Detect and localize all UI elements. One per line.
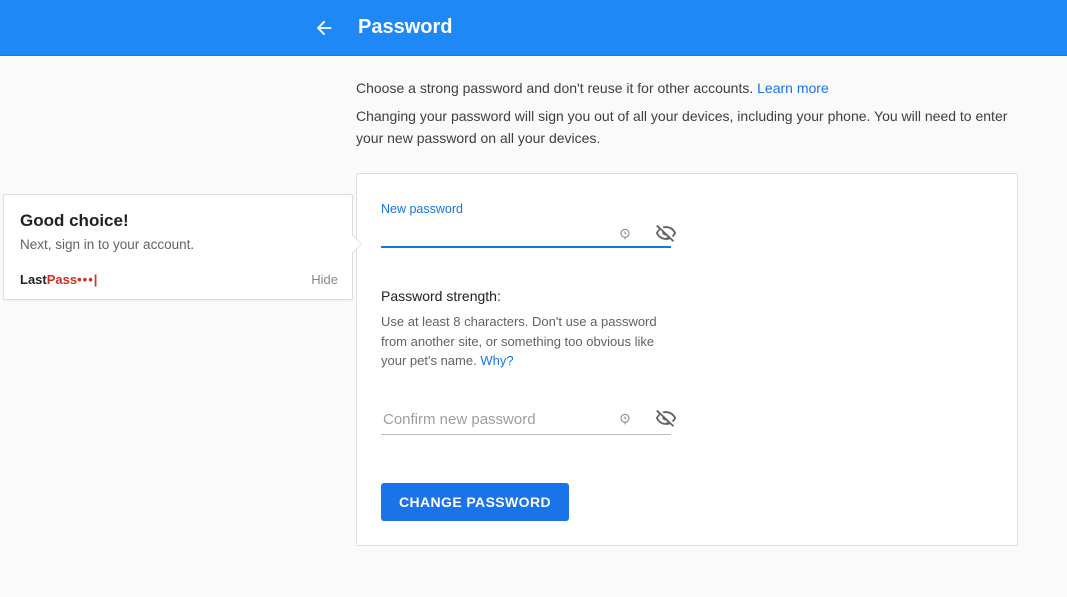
main-content: Choose a strong password and don't reuse… [0,56,1020,546]
why-link[interactable]: Why? [480,353,513,368]
lastpass-field-icon[interactable] [617,226,633,242]
lastpass-field-icon[interactable] [617,411,633,427]
strength-label: Password strength: [381,288,993,304]
password-card: New password Password strength: Use at l… [356,173,1018,546]
tooltip-footer: LastPass•••| Hide [20,272,338,287]
intro-text-1: Choose a strong password and don't reuse… [356,80,1020,96]
confirm-password-field-block [381,407,681,435]
hide-link[interactable]: Hide [311,272,338,287]
intro-text-1-body: Choose a strong password and don't reuse… [356,80,757,96]
new-password-label: New password [381,202,681,216]
logo-pass: Pass [47,272,77,287]
intro-text-2: Changing your password will sign you out… [356,106,1016,149]
visibility-off-icon[interactable] [655,407,677,429]
visibility-off-icon[interactable] [655,222,677,244]
app-header: Password [0,0,1067,56]
back-arrow-icon[interactable] [312,16,336,40]
strength-hint: Use at least 8 characters. Don't use a p… [381,312,681,371]
change-password-button[interactable]: CHANGE PASSWORD [381,483,569,521]
tooltip-title: Good choice! [20,211,338,231]
logo-bar: | [94,272,98,287]
lastpass-logo: LastPass•••| [20,272,97,287]
lastpass-tooltip: Good choice! Next, sign in to your accou… [3,194,353,300]
logo-last: Last [20,272,47,287]
page-title: Password [358,16,452,39]
strength-section: Password strength: Use at least 8 charac… [381,288,993,371]
logo-dots: ••• [77,272,94,287]
new-password-field-block: New password [381,202,681,248]
tooltip-subtitle: Next, sign in to your account. [20,237,338,252]
learn-more-link[interactable]: Learn more [757,80,829,96]
strength-hint-text: Use at least 8 characters. Don't use a p… [381,314,657,368]
